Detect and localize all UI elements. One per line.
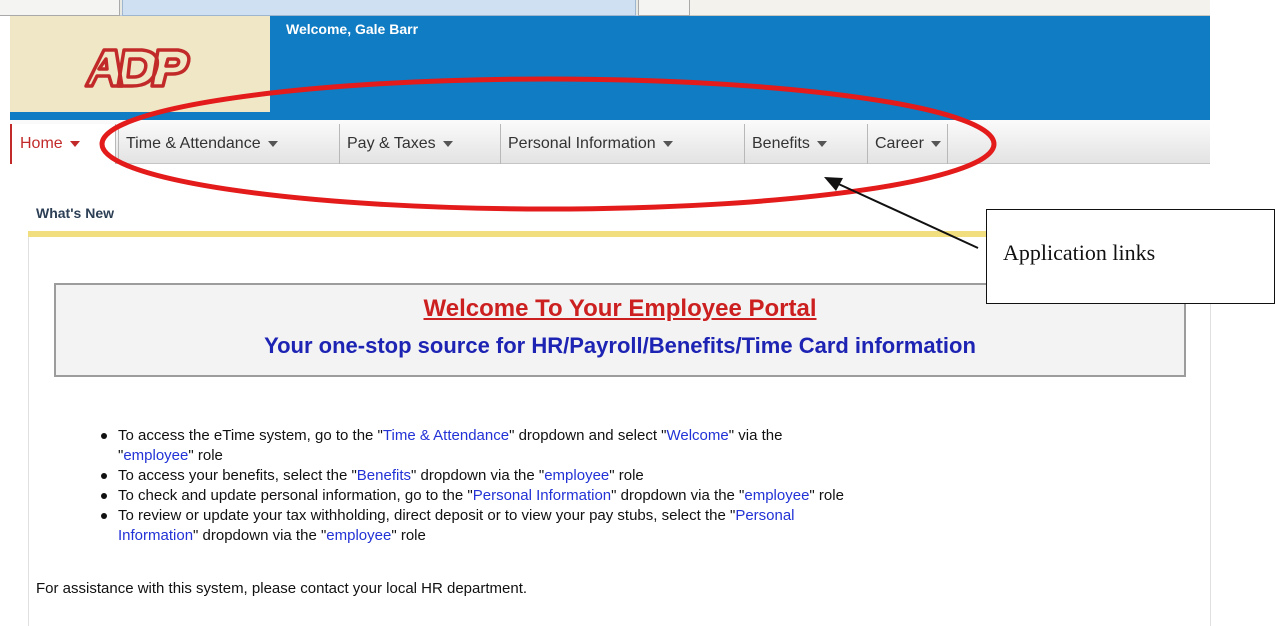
- browser-tab[interactable]: [638, 0, 690, 16]
- nav-career[interactable]: Career: [867, 124, 948, 164]
- nav-label: Time & Attendance: [126, 135, 261, 152]
- item-text: " via the: [728, 427, 783, 444]
- section-title: What's New: [36, 205, 115, 221]
- item-text: " role: [609, 467, 644, 484]
- chevron-down-icon: [267, 140, 278, 147]
- nav-pay-taxes[interactable]: Pay & Taxes: [339, 124, 453, 164]
- item-text: " dropdown via the ": [193, 527, 327, 544]
- chevron-down-icon: [662, 140, 673, 147]
- chevron-down-icon: [816, 140, 827, 147]
- personal-information-link[interactable]: Information: [118, 527, 193, 544]
- welcome-text: Welcome, Gale Barr: [286, 21, 419, 37]
- list-item: To review or update your tax withholding…: [98, 506, 1208, 546]
- assistance-text: For assistance with this system, please …: [36, 580, 528, 597]
- chevron-down-icon: [442, 140, 453, 147]
- nav-label: Home: [20, 135, 63, 152]
- callout-text: Application links: [1003, 240, 1156, 265]
- nav-label: Pay & Taxes: [347, 135, 436, 152]
- nav-label: Benefits: [752, 135, 810, 152]
- employee-link[interactable]: employee: [326, 527, 391, 544]
- header-banner: Welcome, Gale Barr: [10, 16, 1210, 120]
- portal-subtitle: Your one-stop source for HR/Payroll/Bene…: [264, 333, 976, 358]
- employee-link[interactable]: employee: [744, 487, 809, 504]
- item-text: To review or update your tax withholding…: [118, 507, 736, 524]
- logo-area: [10, 16, 270, 112]
- app-nav-bar: Home Time & Attendance Pay & Taxes Perso…: [10, 120, 1210, 164]
- welcome-link[interactable]: Welcome: [667, 427, 729, 444]
- employee-link[interactable]: employee: [123, 447, 188, 464]
- item-text: " dropdown via the ": [410, 467, 545, 484]
- item-text: To check and update personal information…: [118, 487, 473, 504]
- instructions-list: To access the eTime system, go to the "T…: [98, 426, 1208, 546]
- item-text: " dropdown via the ": [611, 487, 745, 504]
- nav-personal-information[interactable]: Personal Information: [500, 124, 673, 164]
- adp-logo[interactable]: [82, 46, 194, 88]
- browser-tab-strip: [0, 0, 1210, 16]
- browser-tab-active[interactable]: [122, 0, 636, 16]
- nav-benefits[interactable]: Benefits: [744, 124, 827, 164]
- annotation-callout: Application links: [986, 209, 1275, 304]
- chevron-down-icon: [69, 140, 80, 147]
- personal-information-link[interactable]: Personal Information: [473, 487, 611, 504]
- benefits-link[interactable]: Benefits: [357, 467, 411, 484]
- nav-home[interactable]: Home: [10, 124, 116, 164]
- nav-label: Personal Information: [508, 135, 656, 152]
- list-item: To access your benefits, select the "Ben…: [98, 466, 1208, 486]
- item-text: " role: [809, 487, 844, 504]
- nav-label: Career: [875, 135, 924, 152]
- item-text: " role: [188, 447, 223, 464]
- employee-link[interactable]: employee: [544, 467, 609, 484]
- nav-time-attendance[interactable]: Time & Attendance: [118, 124, 278, 164]
- item-text: " role: [391, 527, 426, 544]
- item-text: " dropdown and select ": [509, 427, 667, 444]
- browser-tab-area: [690, 0, 1210, 16]
- chevron-down-icon: [930, 140, 941, 147]
- list-item: To access the eTime system, go to the "T…: [98, 426, 1208, 466]
- time-attendance-link[interactable]: Time & Attendance: [383, 427, 509, 444]
- browser-tab[interactable]: [0, 0, 120, 16]
- item-text: To access the eTime system, go to the ": [118, 427, 383, 444]
- item-text: To access your benefits, select the ": [118, 467, 357, 484]
- annotation-arrow-head: [824, 177, 843, 191]
- personal-information-link[interactable]: Personal: [735, 507, 794, 524]
- list-item: To check and update personal information…: [98, 486, 1208, 506]
